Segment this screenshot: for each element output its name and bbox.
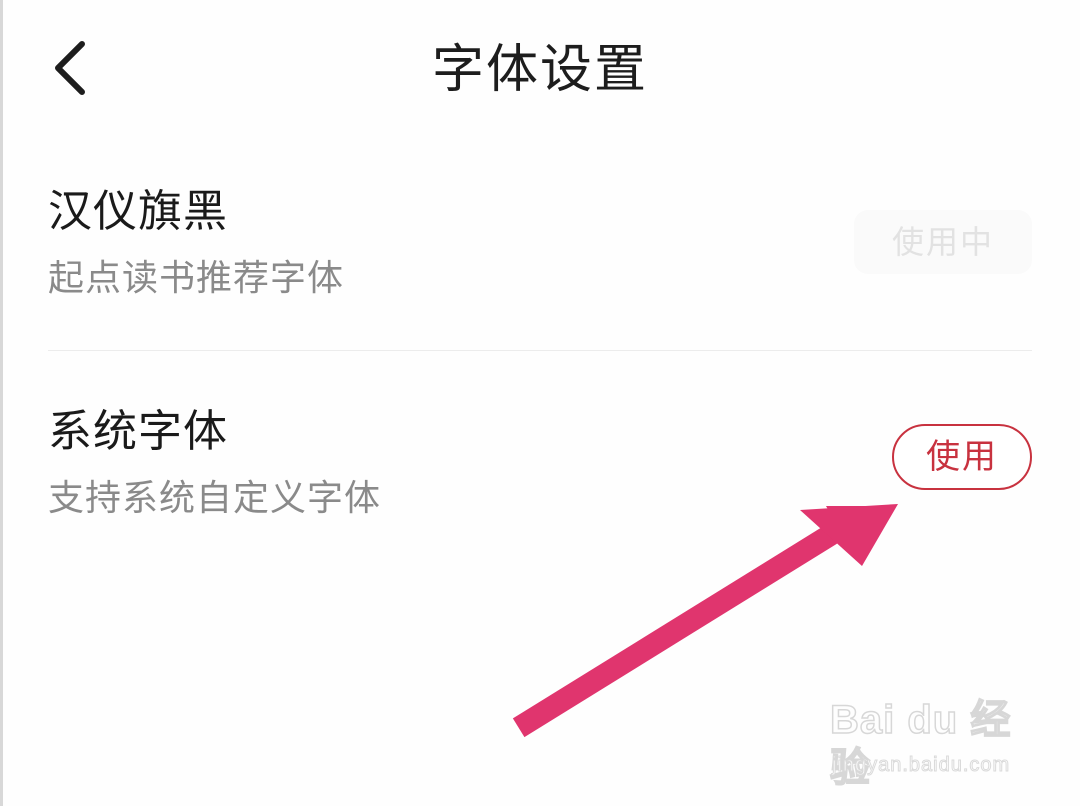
baidu-jingyan-watermark: Bai du 经验 jingyan.baidu.com <box>820 688 1050 791</box>
font-description: 支持系统自定义字体 <box>48 478 382 519</box>
list-divider <box>48 350 1032 351</box>
font-name: 系统字体 <box>48 406 228 457</box>
font-item-system-font: 系统字体 支持系统自定义字体 使用 <box>48 400 1032 550</box>
page-title: 字体设置 <box>431 40 648 100</box>
watermark-url: jingyan.baidu.com <box>831 754 1011 777</box>
font-item-hanyi-qihei: 汉仪旗黑 起点读书推荐字体 使用中 <box>48 180 1032 330</box>
header-bar: 字体设置 <box>0 0 1080 140</box>
font-settings-screen: 字体设置 汉仪旗黑 起点读书推荐字体 使用中 系统字体 支持系统自定义字体 使用… <box>0 0 1080 806</box>
use-button[interactable]: 使用 <box>892 424 1032 490</box>
font-description: 起点读书推荐字体 <box>48 258 345 299</box>
in-use-button[interactable]: 使用中 <box>854 210 1032 274</box>
font-name: 汉仪旗黑 <box>48 186 228 237</box>
